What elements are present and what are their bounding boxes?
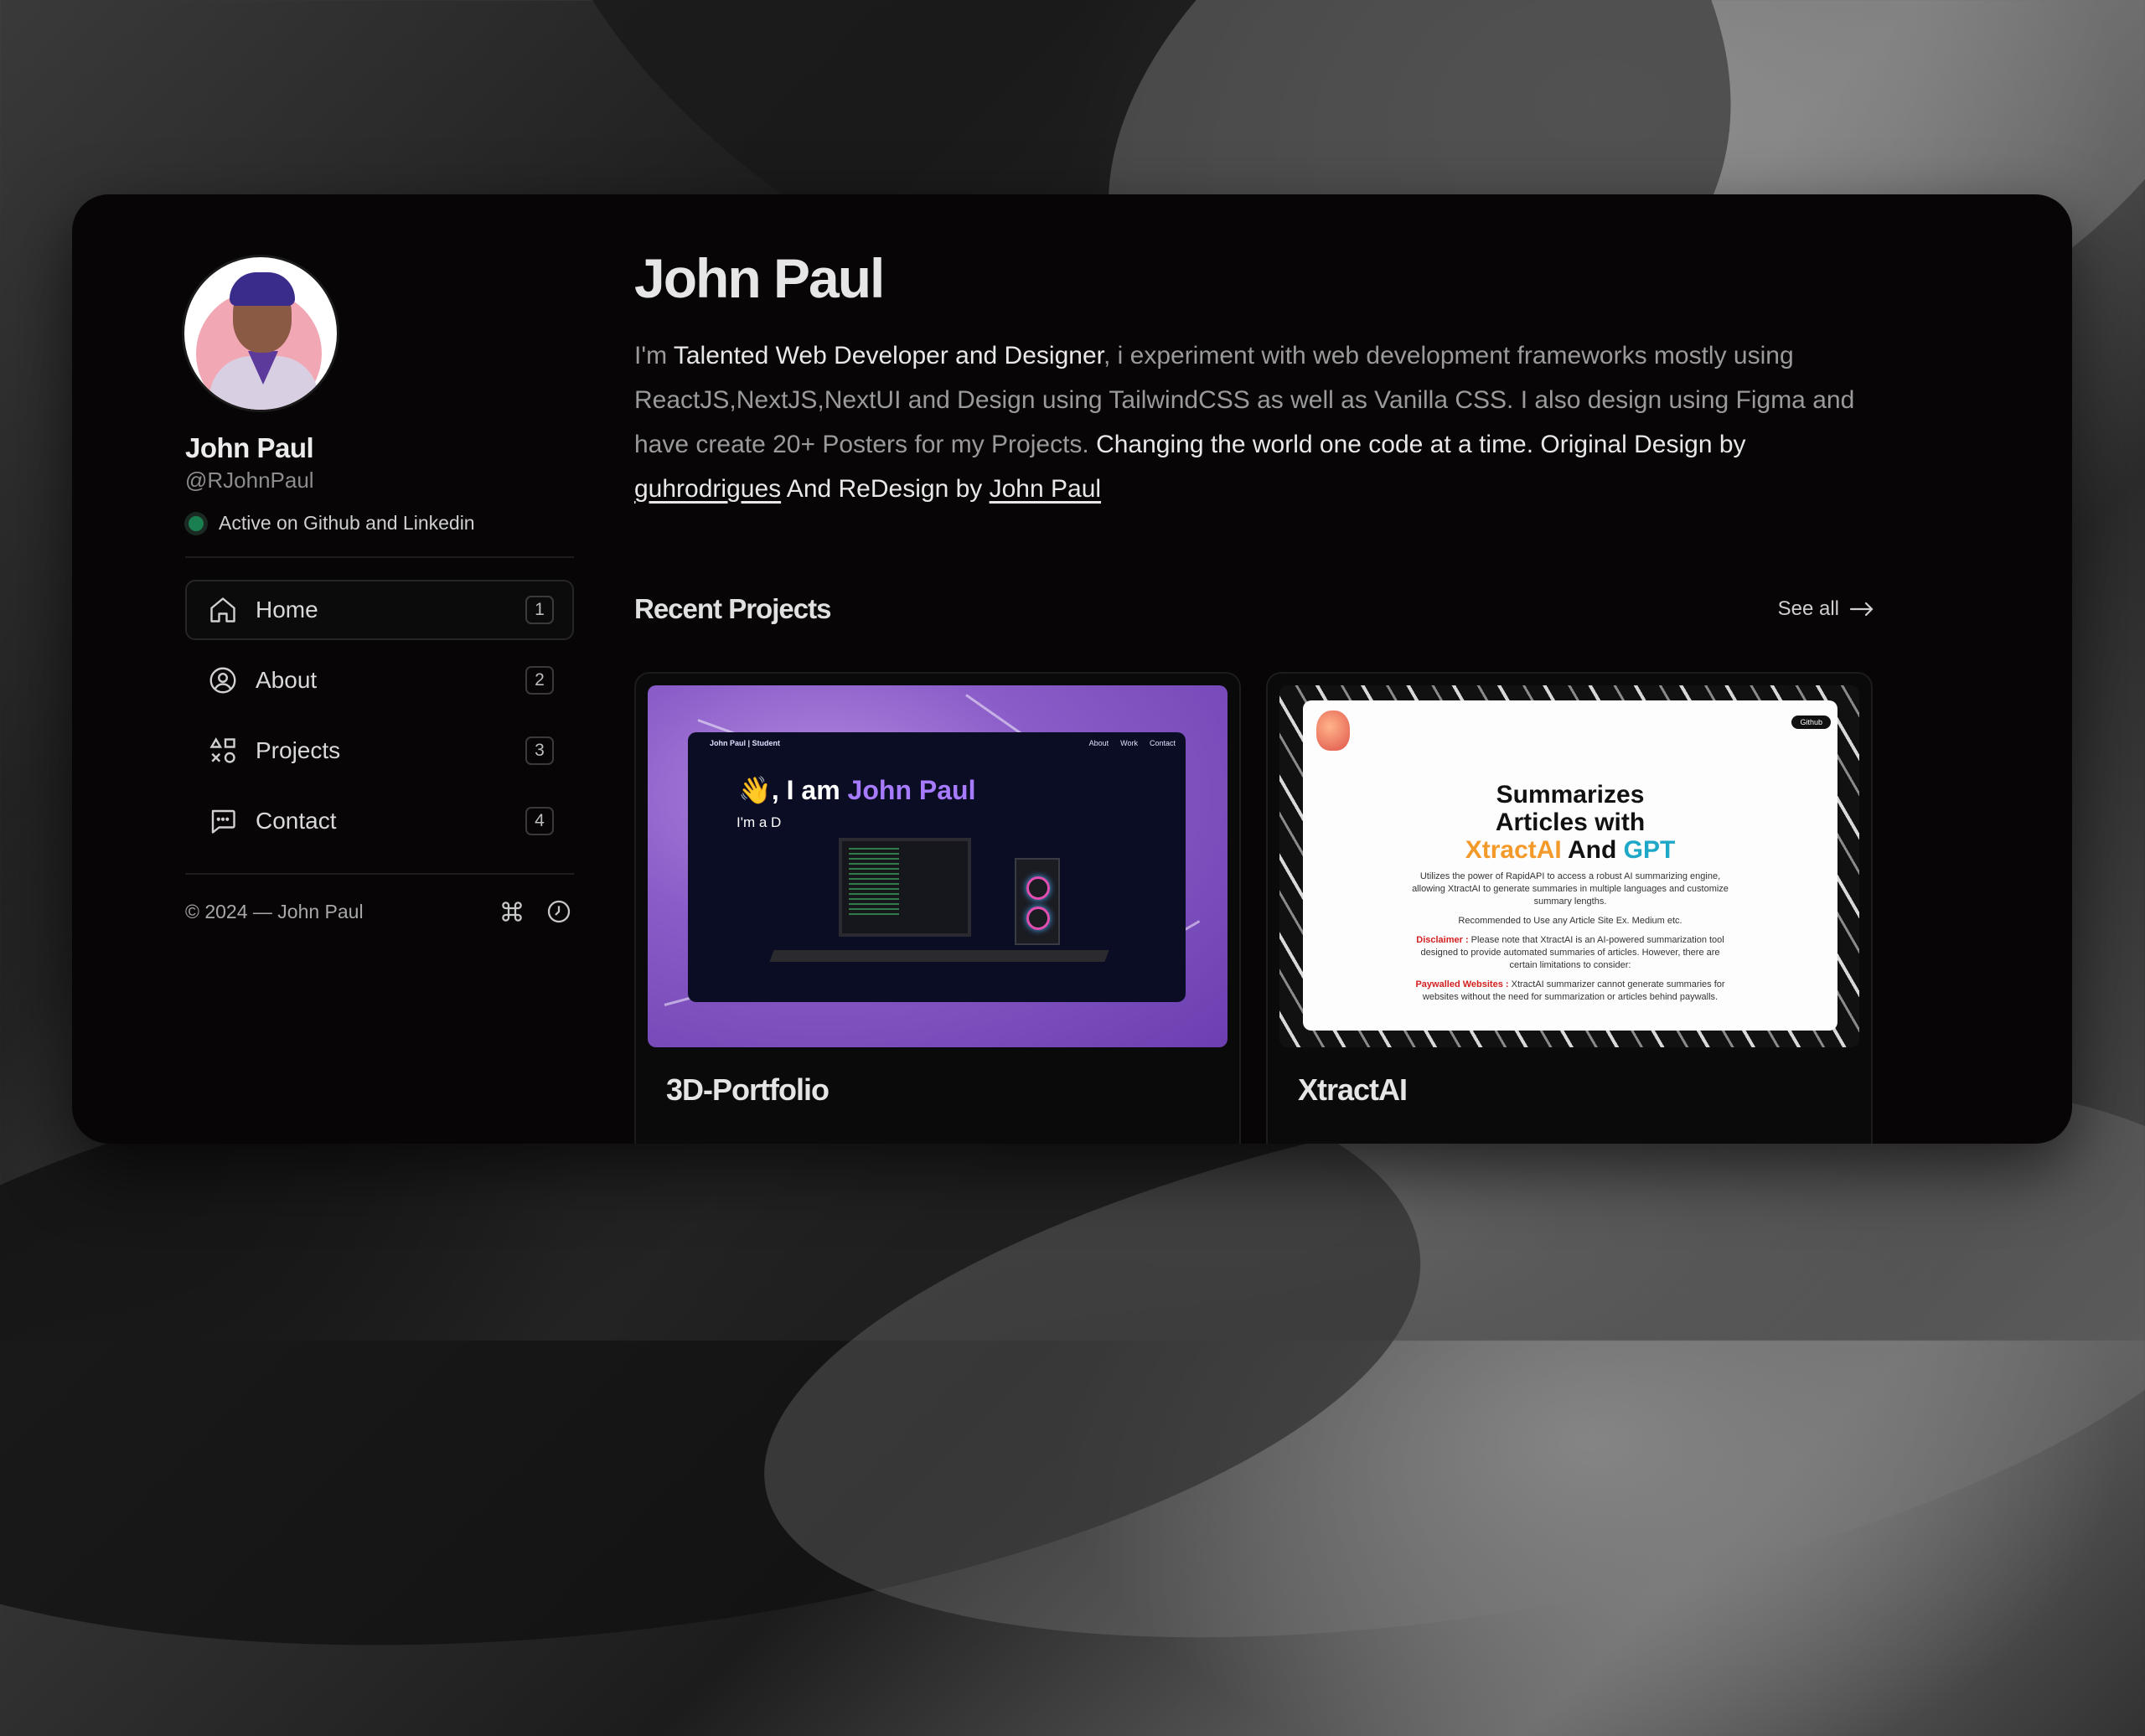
bio-paragraph: I'm Talented Web Developer and Designer,… (634, 333, 1883, 511)
thumb-headline-line: Articles with (1495, 809, 1646, 836)
see-all-label: See all (1777, 597, 1839, 620)
thumb-greeting-prefix: 👋, I am (738, 775, 848, 805)
thumb-nav-link: Contact (1149, 739, 1176, 747)
project-card-3d-portfolio[interactable]: John Paul | Student About Work Contact 👋… (634, 672, 1241, 1144)
home-icon (207, 594, 239, 626)
sidebar-item-label: Contact (256, 808, 337, 834)
thumb-headline-accent: XtractAI (1465, 836, 1562, 864)
chat-icon (207, 805, 239, 837)
status-text: Active on Github and Linkedin (219, 512, 475, 534)
thumb-paragraph: Utilizes the power of RapidAPI to access… (1412, 871, 1729, 907)
thumb-brand: John Paul | Student (710, 739, 781, 747)
project-title: XtractAI (1298, 1072, 1408, 1107)
main-content: John Paul I'm Talented Web Developer and… (634, 246, 1941, 1144)
project-title: 3D-Portfolio (666, 1072, 830, 1107)
bio-text: I'm (634, 342, 674, 369)
status-dot-icon (189, 515, 204, 531)
sidebar: John Paul @RJohnPaul Active on Github an… (182, 255, 574, 927)
browser-window: John Paul @RJohnPaul Active on Github an… (72, 194, 2072, 1144)
sidebar-item-about[interactable]: About 2 (185, 650, 574, 710)
project-card-xtractai[interactable]: Github Summarizes Articles with XtractAI… (1266, 672, 1873, 1144)
sidebar-item-label: Home (256, 597, 318, 623)
clock-icon[interactable] (544, 896, 574, 927)
bio-highlight: And ReDesign by (781, 475, 990, 503)
thumb-paywall-label: Paywalled Websites : (1415, 979, 1509, 989)
thumb-greeting-name: John Paul (847, 775, 976, 805)
sidebar-item-projects[interactable]: Projects 3 (185, 721, 574, 781)
github-badge: Github (1791, 716, 1831, 729)
brain-logo-icon (1316, 710, 1350, 751)
thumb-headline-accent: GPT (1623, 836, 1676, 864)
thumb-disclaimer-label: Disclaimer : (1416, 935, 1469, 945)
thumb-subtitle: I'm a D (737, 814, 782, 830)
sidebar-item-label: About (256, 667, 318, 693)
sidebar-nav: Home 1 About 2 Projects 3 Contact 4 (185, 580, 574, 851)
arrow-right-icon (1849, 602, 1874, 617)
sidebar-item-home[interactable]: Home 1 (185, 580, 574, 640)
status-indicator: Active on Github and Linkedin (185, 512, 574, 535)
project-thumbnail: John Paul | Student About Work Contact 👋… (648, 685, 1228, 1047)
thumb-nav-link: About (1088, 739, 1109, 747)
guhrodrigues-link[interactable]: guhrodrigues (634, 475, 781, 503)
thumb-headline-line: Summarizes (1496, 781, 1645, 809)
thumb-disclaimer: Disclaimer : Please note that XtractAI i… (1411, 934, 1729, 972)
see-all-link[interactable]: See all (1778, 597, 1874, 621)
thumb-headline: Summarizes Articles with XtractAI And GP… (1303, 781, 1837, 864)
avatar (182, 255, 339, 412)
project-cards: John Paul | Student About Work Contact 👋… (634, 672, 1941, 1144)
command-icon[interactable] (497, 896, 527, 927)
divider (185, 873, 574, 875)
shortcut-badge: 4 (525, 807, 554, 835)
john-paul-link[interactable]: John Paul (990, 475, 1101, 503)
thumb-paragraph: Recommended to Use any Article Site Ex. … (1458, 916, 1682, 926)
profile-name: John Paul (185, 432, 314, 463)
recent-projects-header: Recent Projects See all (634, 593, 1874, 625)
profile-handle: @RJohnPaul (185, 468, 314, 493)
shapes-icon (207, 735, 239, 767)
bio-highlight: Talented Web Developer and Designer (673, 342, 1104, 369)
shortcut-badge: 3 (525, 736, 554, 765)
thumb-nav-link: Work (1120, 739, 1138, 747)
user-circle-icon (207, 664, 239, 696)
thumb-headline-text: And (1561, 836, 1624, 864)
project-thumbnail: Github Summarizes Articles with XtractAI… (1279, 685, 1859, 1047)
sidebar-item-contact[interactable]: Contact 4 (185, 791, 574, 851)
page-title: John Paul (634, 247, 885, 309)
bio-highlight: Changing the world one code at a time. O… (1096, 431, 1746, 458)
shortcut-badge: 2 (525, 666, 554, 695)
shortcut-badge: 1 (525, 596, 554, 624)
section-title: Recent Projects (634, 593, 831, 624)
divider (185, 556, 574, 558)
sidebar-item-label: Projects (256, 737, 341, 763)
thumb-greeting: 👋, I am John Paul (738, 774, 975, 806)
copyright-text: © 2024 — John Paul (185, 900, 364, 922)
sidebar-footer: © 2024 — John Paul (185, 896, 574, 927)
thumb-paywall: Paywalled Websites : XtractAI summarizer… (1411, 979, 1729, 1004)
